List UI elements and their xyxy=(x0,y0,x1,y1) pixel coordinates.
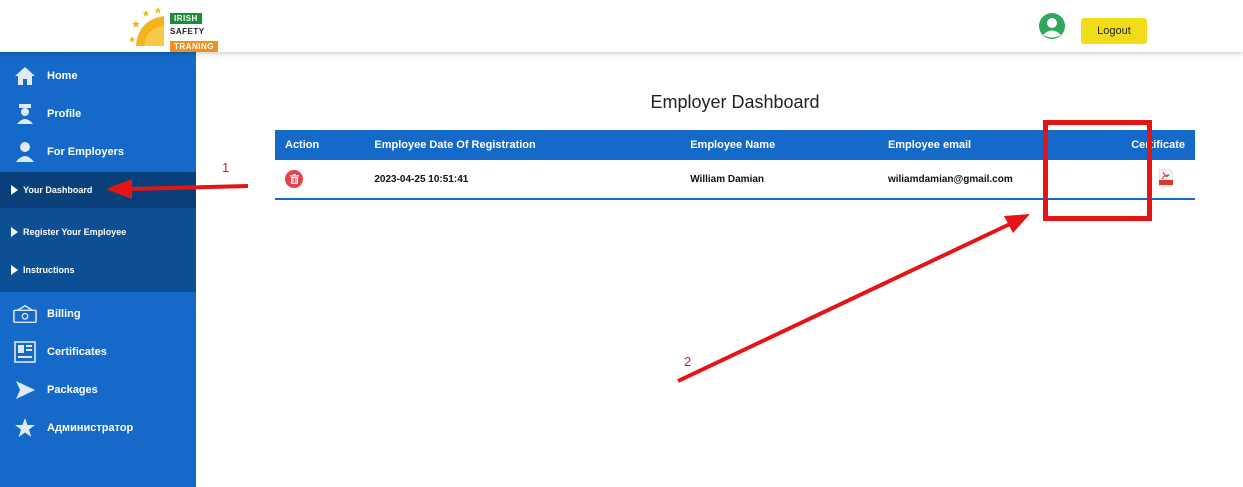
submenu-item-instructions[interactable]: Instructions xyxy=(0,252,196,288)
chevron-right-icon xyxy=(11,227,18,237)
star-icon xyxy=(13,416,37,440)
sidebar: Home Profile For Employers Your Dashboar… xyxy=(0,52,196,487)
column-header-name: Employee Name xyxy=(680,130,878,160)
employee-name-cell: William Damian xyxy=(680,160,878,200)
sidebar-item-billing[interactable]: Billing xyxy=(0,296,196,332)
column-header-date: Employee Date Of Registration xyxy=(364,130,681,160)
sidebar-item-packages[interactable]: Packages xyxy=(0,372,196,408)
trash-icon xyxy=(289,174,299,184)
logo-sun-icon xyxy=(130,7,164,46)
sidebar-item-profile[interactable]: Profile xyxy=(0,96,196,132)
registration-date-cell: 2023-04-25 10:51:41 xyxy=(364,160,681,200)
billing-icon xyxy=(13,302,37,326)
sidebar-item-label: Billing xyxy=(47,308,81,320)
user-icon xyxy=(13,140,37,164)
table-header-row: Action Employee Date Of Registration Emp… xyxy=(275,130,1195,160)
logo-text-training: TRANING xyxy=(170,41,218,52)
top-header: IRISH SAFETY TRANING Logout xyxy=(0,0,1243,52)
user-avatar-icon[interactable] xyxy=(1038,12,1066,40)
table-row: 2023-04-25 10:51:41 William Damian wilia… xyxy=(275,160,1195,200)
logo-text-safety: SAFETY xyxy=(170,27,205,36)
sidebar-item-certificates[interactable]: Certificates xyxy=(0,334,196,370)
submenu-item-label: Register Your Employee xyxy=(23,227,127,237)
logout-button[interactable]: Logout xyxy=(1081,18,1147,44)
submenu-item-register-employee[interactable]: Register Your Employee xyxy=(0,214,196,250)
chevron-right-icon xyxy=(11,265,18,275)
submenu-item-label: Instructions xyxy=(23,265,75,275)
column-header-email: Employee email xyxy=(877,130,1122,160)
sidebar-item-label: Profile xyxy=(47,108,82,120)
logo[interactable]: IRISH SAFETY TRANING xyxy=(130,6,240,52)
employee-email-cell: wiliamdamian@gmail.com xyxy=(877,160,1122,200)
certificate-cell xyxy=(1121,160,1195,200)
profile-icon xyxy=(13,102,37,126)
submenu-item-your-dashboard[interactable]: Your Dashboard xyxy=(0,172,196,208)
employers-submenu: Your Dashboard Register Your Employee In… xyxy=(0,172,196,292)
sidebar-item-administrator[interactable]: Администратор xyxy=(0,410,196,446)
column-header-action: Action xyxy=(275,130,365,160)
home-icon xyxy=(13,64,37,88)
action-cell xyxy=(275,160,365,200)
certificates-icon xyxy=(13,340,37,364)
logo-text-irish: IRISH xyxy=(170,13,202,24)
sidebar-item-for-employers[interactable]: For Employers xyxy=(0,134,196,170)
sidebar-item-label: Администратор xyxy=(47,422,134,434)
sidebar-item-home[interactable]: Home xyxy=(0,58,196,94)
annotation-label-1: 1 xyxy=(222,160,230,175)
submenu-item-label: Your Dashboard xyxy=(23,185,93,195)
annotation-arrow-2 xyxy=(677,214,1030,383)
chevron-right-icon xyxy=(11,185,18,195)
packages-icon xyxy=(13,378,37,402)
sidebar-item-label: Packages xyxy=(47,384,98,396)
sidebar-item-label: For Employers xyxy=(47,146,125,158)
column-header-certificate: Certificate xyxy=(1121,130,1195,160)
annotation-label-2: 2 xyxy=(684,354,692,369)
employees-table: Action Employee Date Of Registration Emp… xyxy=(275,130,1195,200)
sidebar-item-label: Certificates xyxy=(47,346,107,358)
delete-button[interactable] xyxy=(285,170,303,188)
page-title: Employer Dashboard xyxy=(650,92,820,112)
sidebar-item-label: Home xyxy=(47,70,78,82)
pdf-icon[interactable] xyxy=(1158,168,1174,187)
